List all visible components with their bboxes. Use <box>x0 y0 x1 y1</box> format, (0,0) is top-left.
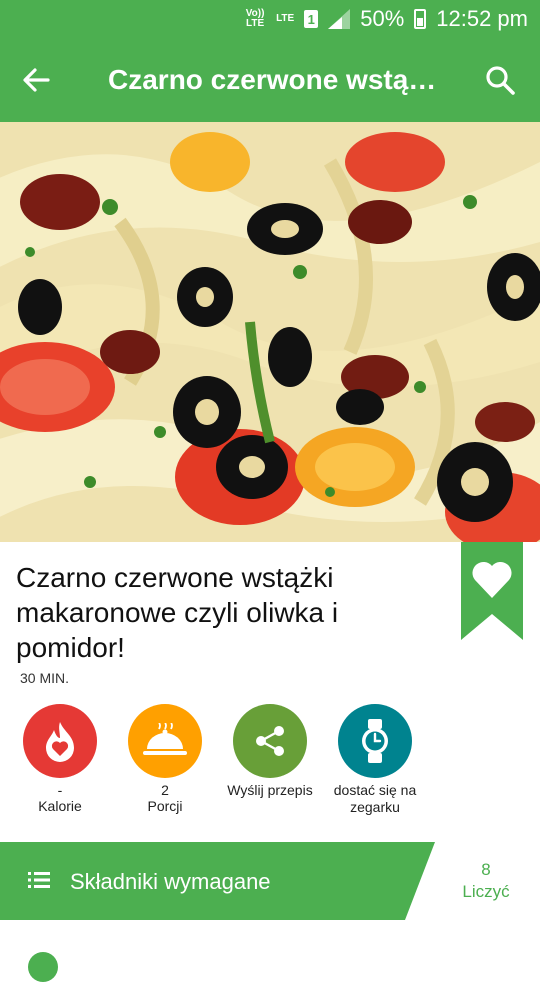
ingredient-list-start <box>0 920 540 982</box>
ingredients-header[interactable]: Składniki wymagane 8 Liczyć <box>0 842 540 920</box>
serving-dish-icon <box>128 704 202 778</box>
ingredients-label: Składniki wymagane <box>70 869 271 894</box>
app-bar: Czarno czerwone wstą… <box>0 38 540 122</box>
lte-indicator: LTE <box>276 13 295 24</box>
status-bar: Vo)) LTE LTE 1 50% 12:52 pm <box>0 0 540 38</box>
page-title: Czarno czerwone wstą… <box>108 64 437 95</box>
recipe-photo <box>0 122 540 542</box>
ingredient-count: 8 Liczyć <box>405 842 540 920</box>
battery-icon <box>414 9 427 29</box>
calories-value: - <box>57 782 63 798</box>
servings-label: Porcji <box>147 798 183 814</box>
arrow-left-icon[interactable] <box>20 64 52 96</box>
share-recipe-label: Wyślij przepis <box>227 782 313 798</box>
battery-percent: 50% <box>360 6 405 31</box>
clock: 12:52 pm <box>436 6 528 31</box>
share-recipe-action[interactable]: Wyślij przepis <box>215 704 325 799</box>
servings-value: 2 <box>161 782 169 798</box>
recipe-actions: - Kalorie 2 Porcji Wyślij przepis dostać… <box>0 704 540 834</box>
send-to-watch-action[interactable]: dostać się na zegarku <box>320 704 430 816</box>
ingredient-checkbox[interactable] <box>28 952 58 982</box>
ingredient-count-label: Liczyć <box>462 882 510 901</box>
calories-label: Kalorie <box>38 798 82 814</box>
volte-indicator: Vo)) LTE <box>245 8 265 29</box>
search-icon[interactable] <box>484 64 516 96</box>
sim-icon: 1 <box>304 10 319 28</box>
servings-action[interactable]: 2 Porcji <box>110 704 220 815</box>
share-icon <box>233 704 307 778</box>
calories-action[interactable]: - Kalorie <box>5 704 115 815</box>
send-to-watch-label: dostać się na zegarku <box>333 782 417 815</box>
cook-time: 30 MIN. <box>20 670 70 686</box>
favorite-heart-icon[interactable] <box>461 542 523 640</box>
recipe-title: Czarno czerwone wstążki makaronowe czyli… <box>16 562 339 663</box>
flame-heart-icon <box>23 704 97 778</box>
list-icon <box>28 872 50 888</box>
ingredient-count-value: 8 <box>481 860 491 879</box>
watch-icon <box>338 704 412 778</box>
signal-icon <box>328 9 351 29</box>
